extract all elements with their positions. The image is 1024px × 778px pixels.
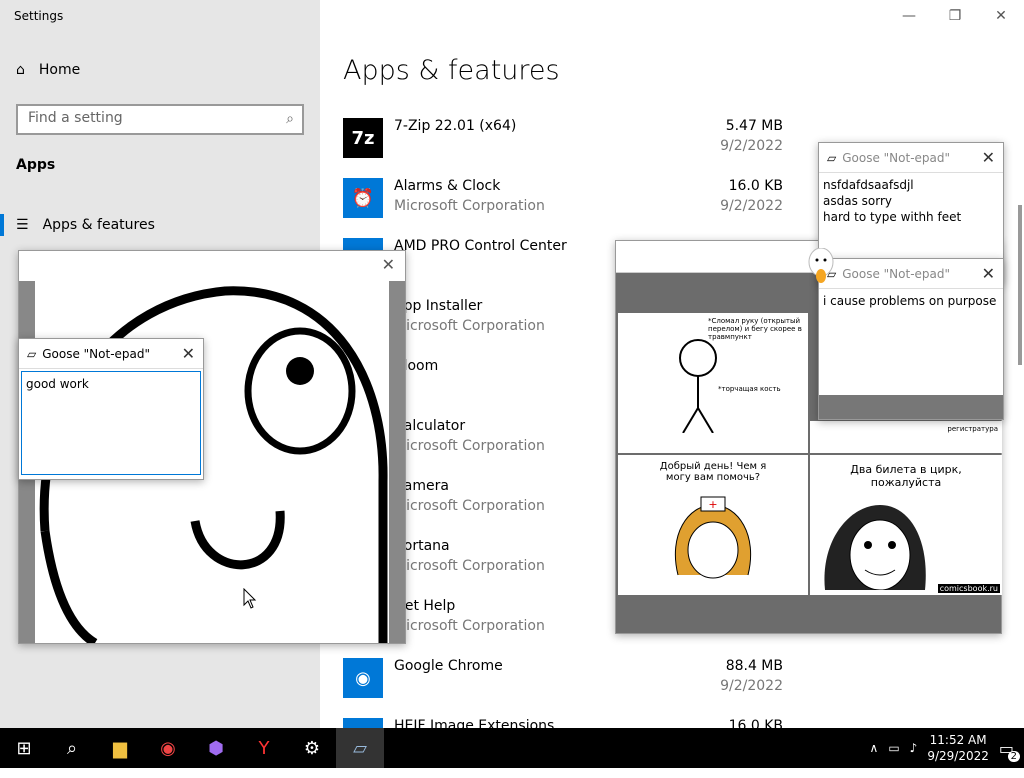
home-label: Home (38, 62, 81, 78)
app-date: 9/2/2022 (720, 198, 783, 214)
app-size: 5.47 MB (725, 118, 783, 134)
windows-start-button[interactable]: ⊞ (0, 728, 48, 768)
app-list-item[interactable]: ◉ Google Chrome 88.4 MB 9/2/2022 (343, 658, 783, 718)
comic-panel-nurse: Добрый день! Чем я могу вам помочь? + (618, 455, 808, 595)
scrollbar[interactable] (1018, 205, 1022, 365)
section-heading: Apps (16, 157, 56, 173)
notepad-icon: ▱ (27, 346, 37, 361)
notification-icon[interactable]: ▭ 2 (999, 739, 1020, 762)
notepad-textarea[interactable]: i cause problems on purpose (819, 289, 1003, 393)
app-name: 7-Zip 22.01 (x64) (394, 118, 517, 134)
app-publisher: Microsoft Corporation (394, 438, 545, 454)
chrome-icon[interactable]: ◉ (144, 728, 192, 768)
comic-panel-registration: регистратура (810, 421, 1002, 453)
bone-caption: *торчащая кость (718, 385, 781, 393)
search-placeholder: Find a setting (28, 110, 123, 126)
meme-close-icon[interactable]: ✕ (382, 255, 395, 274)
app-publisher: Microsoft Corporation (394, 558, 545, 574)
home-icon: ⌂ (16, 62, 25, 78)
svg-text:+: + (708, 498, 717, 511)
file-explorer-icon[interactable]: ▆ (96, 728, 144, 768)
sidebar-item-label: Apps & features (42, 217, 155, 233)
app-name: Google Chrome (394, 658, 503, 674)
close-icon[interactable]: ✕ (982, 264, 995, 283)
search-input[interactable]: Find a setting ⌕ (16, 104, 304, 135)
window-controls: — ❐ ✕ (886, 0, 1024, 32)
notepad-title: Goose "Not-epad" (842, 266, 951, 281)
notepad-textarea[interactable]: nsfdafdsaafsdjl asdas sorry hard to type… (819, 173, 1003, 229)
app-name: AMD PRO Control Center (394, 238, 567, 254)
app-list-item[interactable]: 7z 7-Zip 22.01 (x64) 5.47 MB 9/2/2022 (343, 118, 783, 178)
nurse-caption: Добрый день! Чем я могу вам помочь? (659, 461, 767, 483)
clock[interactable]: 11:52 AM 9/29/2022 (927, 732, 989, 764)
app-list-item[interactable]: ⏰ Alarms & Clock Microsoft Corporation 16.0… (343, 178, 783, 238)
active-indicator (0, 214, 4, 236)
settings-gear-icon[interactable]: ⚙ (288, 728, 336, 768)
app-publisher: Microsoft Corporation (394, 318, 545, 334)
close-icon[interactable]: ✕ (182, 344, 195, 363)
close-button[interactable]: ✕ (978, 0, 1024, 32)
comic-panel-broken-arm: *Сломал руку (открытый перелом) и бегу с… (618, 313, 808, 453)
notepad-titlebar[interactable]: ▱ Goose "Not-epad" ✕ (819, 143, 1003, 173)
purple-app-icon[interactable]: ⬢ (192, 728, 240, 768)
notepad-textarea[interactable]: good work (21, 371, 201, 475)
goose-notepad-middle[interactable]: ▱ Goose "Not-epad" ✕ i cause problems on… (818, 258, 1004, 420)
clock-date: 9/29/2022 (927, 749, 989, 763)
circus-caption: Два билета в цирк, пожалуйста (850, 463, 962, 489)
close-icon[interactable]: ✕ (982, 148, 995, 167)
sidebar-item-apps-features[interactable]: ☰ Apps & features (0, 213, 320, 237)
registration-label: регистратура (947, 425, 998, 433)
app-name: Alarms & Clock (394, 178, 501, 194)
app-name: App Installer (394, 298, 483, 314)
network-icon[interactable]: ▭ (888, 741, 899, 755)
notepad-title: Goose "Not-epad" (842, 150, 951, 165)
minimize-button[interactable]: — (886, 0, 932, 32)
page-title: Apps & features (343, 55, 560, 86)
app-icon: ◉ (343, 658, 383, 698)
system-tray: ∧ ▭ ♪ 11:52 AM 9/29/2022 ▭ 2 (870, 728, 1024, 768)
notepad-titlebar[interactable]: ▱ Goose "Not-epad" ✕ (19, 339, 203, 369)
notepad-title: Goose "Not-epad" (42, 346, 151, 361)
search-taskbar-icon[interactable]: ⌕ (48, 728, 96, 768)
chevron-up-icon[interactable]: ∧ (870, 741, 879, 755)
mouse-cursor (243, 588, 257, 609)
window-title: Settings (14, 9, 64, 23)
app-date: 9/2/2022 (720, 138, 783, 154)
notification-count: 2 (1007, 750, 1020, 762)
app-publisher: Microsoft Corporation (394, 198, 545, 214)
search-icon: ⌕ (286, 111, 294, 127)
clock-time: 11:52 AM (929, 733, 987, 747)
app-icon: ⏰ (343, 178, 383, 218)
goose-notepad-left[interactable]: ▱ Goose "Not-epad" ✕ good work (18, 338, 204, 480)
notepad-taskbar-icon[interactable]: ▱ (336, 728, 384, 768)
app-publisher: Microsoft Corporation (394, 618, 545, 634)
restore-button[interactable]: ❐ (932, 0, 978, 32)
app-icon: 7z (343, 118, 383, 158)
app-size: 88.4 MB (725, 658, 783, 674)
comic-watermark: comicsbook.ru (937, 584, 1000, 593)
list-icon: ☰ (16, 217, 29, 233)
app-size: 16.0 KB (728, 178, 783, 194)
notepad-icon: ▱ (827, 150, 837, 165)
volume-icon[interactable]: ♪ (910, 741, 918, 755)
app-publisher: Microsoft Corporation (394, 498, 545, 514)
comic-panel-circus: Два билета в цирк, пожалуйста comicsbook… (810, 455, 1002, 595)
app-date: 9/2/2022 (720, 678, 783, 694)
yandex-icon[interactable]: Y (240, 728, 288, 768)
notepad-titlebar[interactable]: ▱ Goose "Not-epad" ✕ (819, 259, 1003, 289)
home-nav-item[interactable]: ⌂ Home (16, 62, 80, 78)
goose-sprite (808, 248, 834, 283)
